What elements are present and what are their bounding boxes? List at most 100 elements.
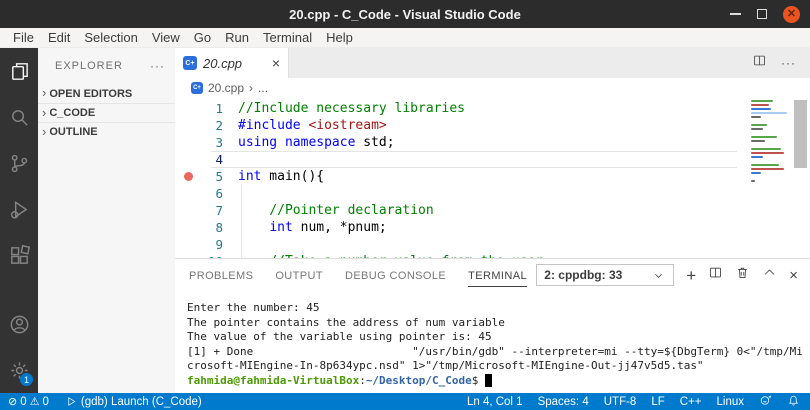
breadcrumb-separator: › bbox=[249, 81, 254, 95]
minimap-line bbox=[751, 156, 763, 158]
editor-more-actions-icon[interactable]: ··· bbox=[781, 56, 796, 70]
minimap-line bbox=[751, 136, 777, 138]
terminal-line: The pointer contains the address of num … bbox=[187, 315, 505, 329]
breadcrumb[interactable]: C+ 20.cpp › ... bbox=[175, 78, 810, 98]
activity-source-control-button[interactable] bbox=[0, 140, 38, 186]
minimap-line bbox=[751, 180, 755, 182]
terminal-line: [1] + Done "/usr/bin/gdb" --interpreter=… bbox=[187, 344, 803, 358]
activity-search-button[interactable] bbox=[0, 94, 38, 140]
code-line-3[interactable]: 3 using namespace std; bbox=[175, 134, 810, 151]
menu-item-run[interactable]: Run bbox=[218, 30, 256, 45]
notifications-bell-icon[interactable] bbox=[787, 394, 800, 410]
terminal-selector-dropdown[interactable]: 2: cppdbg: 33 bbox=[536, 264, 675, 286]
menu-item-terminal[interactable]: Terminal bbox=[256, 30, 319, 45]
code-text: //Include necessary libraries bbox=[238, 101, 465, 116]
chevron-right-icon: › bbox=[42, 123, 47, 139]
sidebar-title: EXPLORER bbox=[55, 60, 123, 72]
split-editor-icon[interactable] bbox=[752, 53, 767, 73]
search-icon bbox=[11, 109, 28, 126]
source-control-icon bbox=[11, 154, 27, 172]
menu-item-view[interactable]: View bbox=[145, 30, 187, 45]
sidebar-section-open-editors[interactable]: › OPEN EDITORS bbox=[38, 84, 175, 103]
terminal-line: crosoft-MIEngine-In-8p634ypc.nsd" 1>"/tm… bbox=[187, 359, 704, 373]
extensions-icon bbox=[10, 244, 30, 264]
files-icon bbox=[11, 62, 28, 80]
code-line-2[interactable]: 2 #include <iostream> bbox=[175, 117, 810, 134]
menu-item-file[interactable]: File bbox=[6, 30, 41, 45]
line-number: 1 bbox=[215, 101, 223, 116]
sidebar-section-outline[interactable]: › OUTLINE bbox=[38, 122, 175, 141]
account-icon bbox=[10, 315, 28, 333]
maximize-icon[interactable] bbox=[757, 9, 767, 19]
activity-settings-button[interactable]: 1 bbox=[0, 347, 38, 393]
maximize-panel-chevron-up-icon[interactable] bbox=[762, 265, 777, 285]
activity-account-button[interactable] bbox=[0, 301, 38, 347]
status-item-spaces-4[interactable]: Spaces: 4 bbox=[538, 396, 589, 408]
breadcrumb-symbol[interactable]: ... bbox=[258, 81, 268, 95]
line-number: 3 bbox=[215, 135, 223, 150]
code-line-1[interactable]: 1 //Include necessary libraries bbox=[175, 100, 810, 117]
kill-terminal-trash-icon[interactable] bbox=[735, 265, 750, 285]
line-number: 5 bbox=[215, 169, 223, 184]
panel-tab-debug-console[interactable]: DEBUG CONSOLE bbox=[345, 264, 446, 287]
feedback-icon[interactable] bbox=[759, 394, 772, 410]
line-number: 4 bbox=[215, 152, 223, 167]
editor-scrollbar[interactable] bbox=[794, 100, 807, 168]
window-title: 20.cpp - C_Code - Visual Studio Code bbox=[289, 6, 521, 22]
status-item-c++[interactable]: C++ bbox=[680, 396, 702, 408]
debug-launch-status[interactable]: (gdb) Launch (C_Code) bbox=[66, 396, 202, 408]
activity-explorer-button[interactable] bbox=[0, 48, 38, 94]
sidebar-more-actions-icon[interactable]: ··· bbox=[150, 59, 165, 73]
panel-tab-problems[interactable]: PROBLEMS bbox=[189, 264, 253, 287]
gutter-glyph-margin[interactable] bbox=[175, 172, 201, 181]
code-line-9[interactable]: 9 bbox=[175, 236, 810, 253]
status-bar: ⊘ 0 ⚠ 0 (gdb) Launch (C_Code) Ln 4, Col … bbox=[0, 393, 810, 410]
tab-20cpp[interactable]: C+ 20.cpp × bbox=[175, 48, 289, 78]
menu-bar: File Edit Selection View Go Run Terminal Help bbox=[0, 28, 810, 48]
problems-indicator[interactable]: ⊘ 0 ⚠ 0 bbox=[8, 395, 49, 409]
tab-label: 20.cpp bbox=[203, 55, 243, 71]
new-terminal-icon[interactable]: + bbox=[686, 267, 696, 284]
panel-tab-output[interactable]: OUTPUT bbox=[275, 264, 323, 287]
close-icon[interactable]: ✕ bbox=[783, 5, 800, 23]
code-line-5[interactable]: 5 int main(){ bbox=[175, 168, 810, 185]
panel-tab-terminal[interactable]: TERMINAL bbox=[468, 264, 527, 287]
close-panel-icon[interactable]: × bbox=[789, 268, 798, 283]
minimap-line bbox=[751, 116, 761, 118]
menu-item-help[interactable]: Help bbox=[319, 30, 360, 45]
code-line-7[interactable]: 7 //Pointer declaration bbox=[175, 202, 810, 219]
status-item-linux[interactable]: Linux bbox=[717, 396, 745, 408]
status-item-ln-4-col-1[interactable]: Ln 4, Col 1 bbox=[467, 396, 523, 408]
minimize-icon[interactable] bbox=[730, 13, 741, 15]
code-line-4[interactable]: 4 bbox=[175, 151, 810, 168]
minimap-line bbox=[751, 164, 779, 166]
code-line-10[interactable]: 10 //Take a number value from the user bbox=[175, 253, 810, 258]
menu-item-selection[interactable]: Selection bbox=[77, 30, 144, 45]
code-line-6[interactable]: 6 bbox=[175, 185, 810, 202]
activity-extensions-button[interactable] bbox=[0, 232, 38, 278]
tab-close-icon[interactable]: × bbox=[272, 55, 280, 71]
minimap[interactable] bbox=[751, 100, 787, 184]
line-number: 7 bbox=[215, 203, 223, 218]
activity-bar: 1 bbox=[0, 48, 38, 393]
warning-icon: ⚠ bbox=[29, 396, 40, 408]
terminal-line: The value of the variable using pointer … bbox=[187, 330, 492, 344]
minimap-line bbox=[751, 128, 763, 130]
status-item-lf[interactable]: LF bbox=[651, 396, 664, 408]
code-line-8[interactable]: 8 int num, *pnum; bbox=[175, 219, 810, 236]
menu-item-go[interactable]: Go bbox=[187, 30, 218, 45]
breadcrumb-file[interactable]: 20.cpp bbox=[208, 81, 244, 95]
activity-run-and-debug-button[interactable] bbox=[0, 186, 38, 232]
chevron-down-icon bbox=[655, 273, 663, 278]
split-terminal-icon[interactable] bbox=[708, 265, 723, 285]
code-editor[interactable]: 1 //Include necessary libraries 2 #include … bbox=[175, 98, 810, 258]
terminal-output[interactable]: Enter the number: 45 The pointer contains… bbox=[175, 291, 810, 393]
warning-count: 0 bbox=[42, 395, 49, 408]
code-text: int num, *pnum; bbox=[269, 220, 387, 235]
status-item-utf-8[interactable]: UTF-8 bbox=[604, 396, 637, 408]
breakpoint-icon[interactable] bbox=[183, 172, 193, 181]
minimap-line bbox=[751, 112, 787, 114]
code-text: //Take a number value from the user bbox=[223, 254, 543, 258]
menu-item-edit[interactable]: Edit bbox=[41, 30, 77, 45]
sidebar-section-c-code[interactable]: › C_CODE bbox=[38, 103, 175, 122]
